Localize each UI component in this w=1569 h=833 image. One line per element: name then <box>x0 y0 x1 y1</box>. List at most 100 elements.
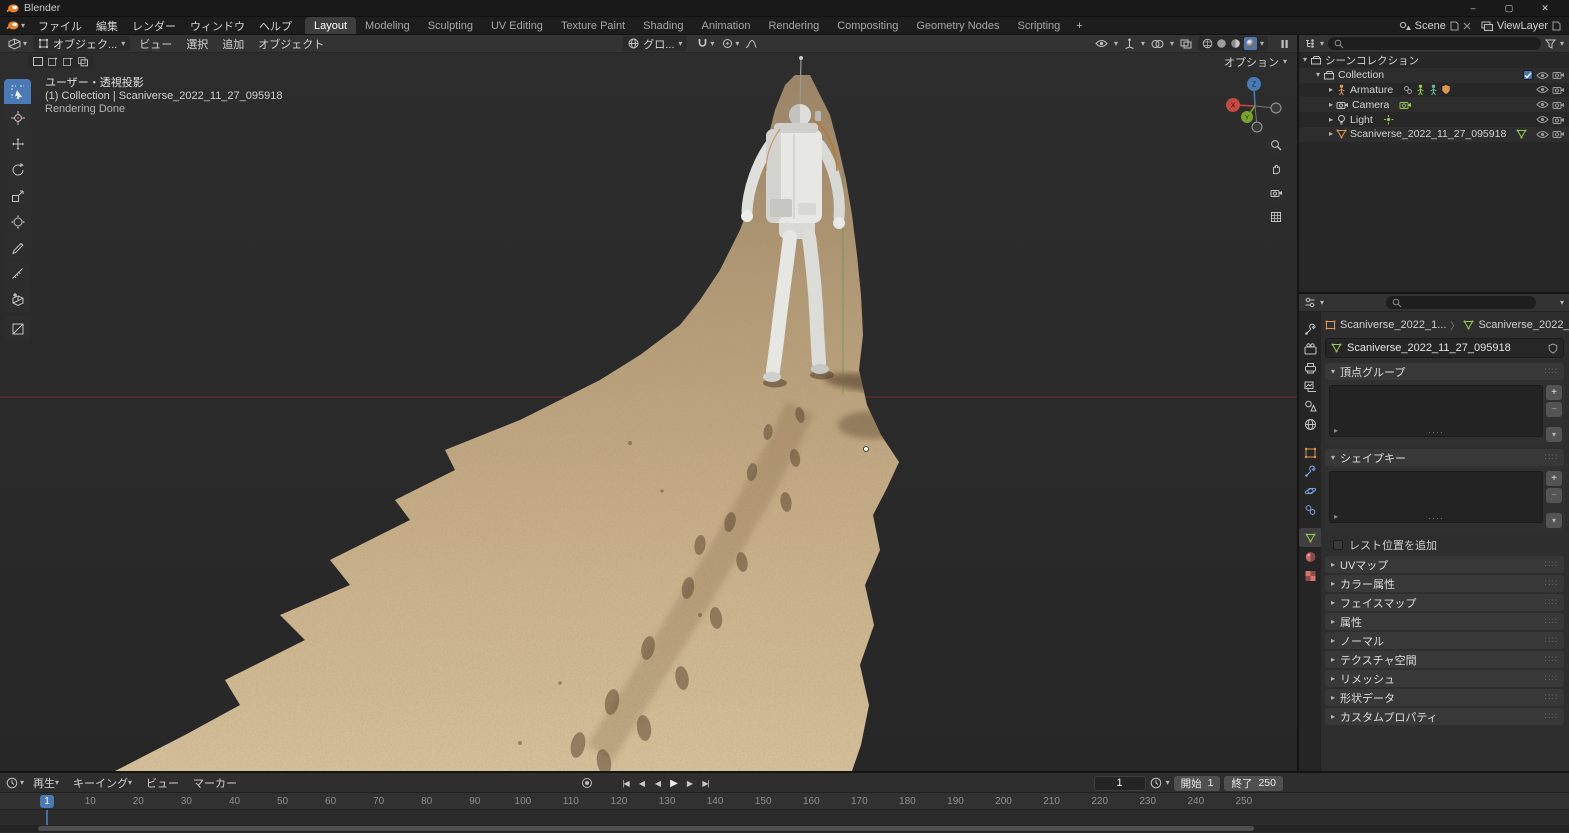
viewlayer-selector[interactable]: ViewLayer <box>1481 20 1561 32</box>
panel-grip-icon[interactable]: ∷∷ <box>1545 597 1558 608</box>
list-filter-expander-icon[interactable]: ▸ <box>1334 512 1338 521</box>
viewport-menu-add[interactable]: 追加 <box>215 36 251 52</box>
panel-header-uv-maps[interactable]: ▸UVマップ∷∷ <box>1325 556 1564 573</box>
falloff-curve-icon[interactable] <box>745 39 757 49</box>
panel-grip-icon[interactable]: ∷∷ <box>1545 673 1558 684</box>
next-keyframe-button[interactable]: ▶ <box>683 776 696 790</box>
chevron-down-icon[interactable]: ▾ <box>1560 299 1564 307</box>
breadcrumb-data[interactable]: Scaniverse_2022_1... <box>1463 319 1569 331</box>
list-resize-grip[interactable]: ···· <box>1428 513 1444 523</box>
minimize-button[interactable]: – <box>1455 0 1491 16</box>
panel-grip-icon[interactable]: ∷∷ <box>1545 654 1558 665</box>
properties-tab-output[interactable] <box>1299 358 1321 377</box>
menu-help[interactable]: ヘルプ <box>252 17 299 34</box>
shield-icon[interactable] <box>1548 343 1558 354</box>
tool-add-cube[interactable] <box>4 287 31 312</box>
timeline-ruler[interactable]: 1 10203040506070809010011012013014015016… <box>0 793 1569 810</box>
viewport-menu-object[interactable]: オブジェクト <box>251 36 331 52</box>
maximize-button[interactable]: ▢ <box>1491 0 1527 16</box>
outliner-row[interactable]: ▸Scaniverse_2022_11_27_095918 <box>1299 127 1569 142</box>
properties-tab-physics[interactable] <box>1299 481 1321 500</box>
workspace-tab-geometry-nodes[interactable]: Geometry Nodes <box>907 17 1008 34</box>
snap-magnet-icon[interactable] <box>697 38 708 49</box>
gizmo-neg-axis[interactable] <box>1271 103 1281 113</box>
select-mode-subtract-icon[interactable] <box>62 56 74 67</box>
timeline-menu-marker[interactable]: マーカー <box>186 775 244 791</box>
record-button[interactable] <box>582 778 592 788</box>
eye-toggle-icon[interactable] <box>1536 70 1549 80</box>
workspace-tab-rendering[interactable]: Rendering <box>759 17 828 34</box>
frame-start-field[interactable]: 開始 1 <box>1174 776 1221 791</box>
tool-annotate[interactable] <box>4 235 31 260</box>
properties-tab-material[interactable] <box>1299 547 1321 566</box>
shape-keys-add-button[interactable]: + <box>1546 471 1562 486</box>
panel-header-attributes[interactable]: ▸属性∷∷ <box>1325 613 1564 630</box>
chevron-down-icon[interactable]: ▾ <box>1141 40 1145 48</box>
shape-keys-specials-button[interactable]: ▾ <box>1546 513 1562 528</box>
ortho-toggle-button[interactable] <box>1266 207 1286 227</box>
workspace-tab-shading[interactable]: Shading <box>634 17 692 34</box>
panel-header-color-attributes[interactable]: ▸カラー属性∷∷ <box>1325 575 1564 592</box>
menu-file[interactable]: ファイル <box>31 17 89 34</box>
camera-toggle-icon[interactable] <box>1552 85 1565 95</box>
panel-header-custom-properties[interactable]: ▸カスタムプロパティ∷∷ <box>1325 708 1564 725</box>
eye-toggle-icon[interactable] <box>1536 115 1549 125</box>
select-mode-intersect-icon[interactable] <box>77 56 89 67</box>
editor-type-outliner-icon[interactable] <box>1304 38 1316 49</box>
workspace-tab-scripting[interactable]: Scripting <box>1009 17 1070 34</box>
outliner-row[interactable]: ▸Light <box>1299 112 1569 127</box>
chevron-down-icon[interactable]: ▾ <box>1320 299 1324 307</box>
tool-select-box[interactable] <box>4 79 31 104</box>
chevron-down-icon[interactable]: ▾ <box>20 779 24 787</box>
vertex-groups-add-button[interactable]: + <box>1546 385 1562 400</box>
chevron-down-icon[interactable]: ▾ <box>735 40 739 48</box>
timeline-channel-area[interactable] <box>0 810 1569 825</box>
panel-grip-icon[interactable]: ∷∷ <box>1545 635 1558 646</box>
xray-toggle-icon[interactable] <box>1180 39 1192 49</box>
shape-keys-remove-button[interactable]: − <box>1546 488 1562 503</box>
panel-grip-icon[interactable]: ∷∷ <box>1545 578 1558 589</box>
panel-header-normals[interactable]: ▸ノーマル∷∷ <box>1325 632 1564 649</box>
timeline-menu-playback[interactable]: 再生 ▾ <box>26 775 66 791</box>
panel-header-vertex-groups[interactable]: ▾頂点グループ∷∷ <box>1325 363 1564 380</box>
workspace-tab-uv-editing[interactable]: UV Editing <box>482 17 552 34</box>
current-frame-field[interactable]: 1 <box>1094 776 1146 791</box>
add-rest-position-checkbox[interactable] <box>1333 540 1343 550</box>
editor-type-timeline-icon[interactable] <box>6 777 18 789</box>
shape-keys-list[interactable]: ▸ ···· <box>1329 471 1543 523</box>
properties-tab-render[interactable] <box>1299 339 1321 358</box>
option-add-rest-position[interactable]: レスト位置を追加 <box>1325 535 1564 554</box>
vertex-groups-remove-button[interactable]: − <box>1546 402 1562 417</box>
prev-keyframe-button[interactable]: ◀ <box>635 776 648 790</box>
timeline-scrollbar[interactable] <box>0 825 1569 832</box>
datablock-name-field[interactable]: Scaniverse_2022_11_27_095918 <box>1325 338 1564 358</box>
properties-tab-constraints[interactable] <box>1299 500 1321 519</box>
tool-mesh-extra[interactable] <box>4 316 31 341</box>
properties-tab-world[interactable] <box>1299 415 1321 434</box>
workspace-tab-layout[interactable]: Layout <box>305 17 356 34</box>
chevron-down-icon[interactable]: ▾ <box>1166 779 1170 787</box>
jump-start-button[interactable]: |◀ <box>619 776 632 790</box>
gizmo-neg-axis[interactable] <box>1252 122 1262 132</box>
playhead-marker[interactable]: 1 <box>40 795 54 808</box>
properties-tab-view-layer[interactable] <box>1299 377 1321 396</box>
panel-header-geometry-data[interactable]: ▸形状データ∷∷ <box>1325 689 1564 706</box>
editor-type-properties-icon[interactable] <box>1304 297 1316 308</box>
properties-tab-scene[interactable] <box>1299 396 1321 415</box>
select-mode-new-icon[interactable] <box>32 56 44 67</box>
workspace-tab-texture-paint[interactable]: Texture Paint <box>552 17 634 34</box>
camera-toggle-icon[interactable] <box>1552 70 1565 80</box>
tool-scale[interactable] <box>4 183 31 208</box>
properties-tab-object[interactable] <box>1299 443 1321 462</box>
shading-wireframe-icon[interactable] <box>1202 38 1213 49</box>
jump-end-button[interactable]: ▶| <box>699 776 712 790</box>
properties-tab-object-data[interactable] <box>1299 528 1321 547</box>
workspace-tab-modeling[interactable]: Modeling <box>356 17 419 34</box>
outliner-row[interactable]: ▾Collection <box>1299 68 1569 83</box>
chevron-down-icon[interactable]: ▾ <box>1170 40 1174 48</box>
outliner-row[interactable]: ▾シーンコレクション <box>1299 53 1569 68</box>
outliner-search-field[interactable] <box>1328 37 1541 50</box>
overlays-toggle-icon[interactable] <box>1151 39 1164 49</box>
eye-toggle-icon[interactable] <box>1536 85 1549 95</box>
chevron-down-icon[interactable]: ▾ <box>23 40 27 48</box>
